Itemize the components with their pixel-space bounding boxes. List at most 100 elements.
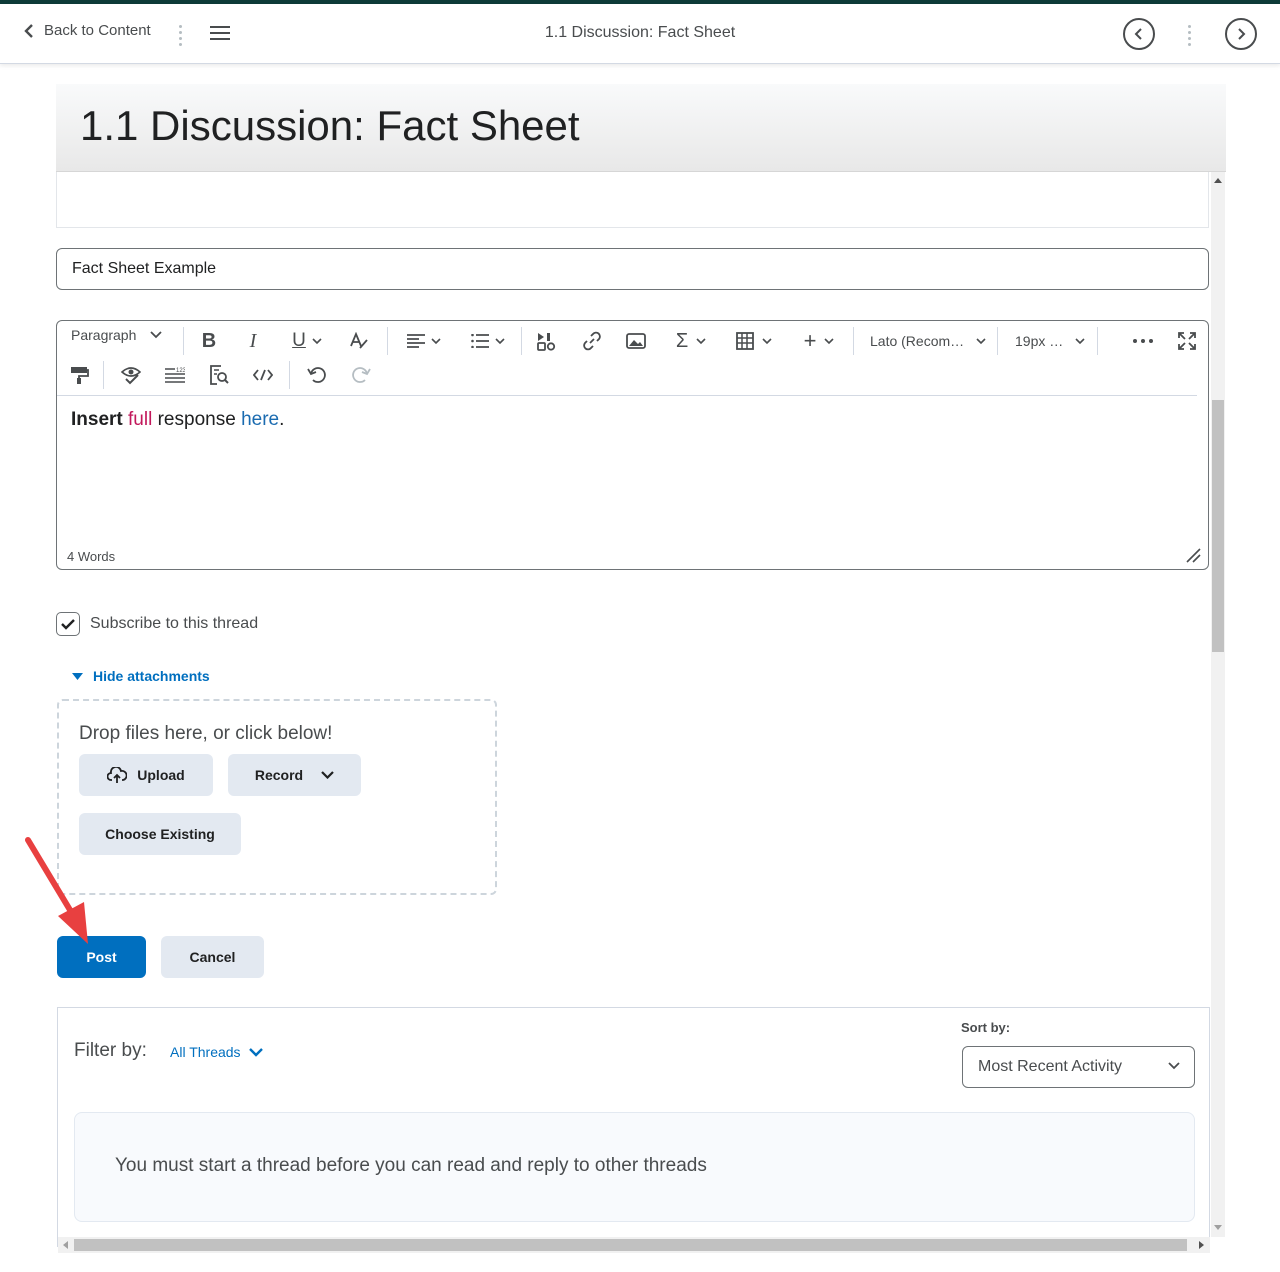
vertical-scrollbar[interactable] — [1211, 172, 1225, 1237]
subscribe-label: Subscribe to this thread — [90, 615, 259, 632]
font-family-dropdown[interactable]: Lato (Recom… — [870, 327, 986, 355]
subscribe-option[interactable]: Subscribe to this thread — [56, 612, 258, 636]
more-options-icon[interactable] — [1132, 327, 1154, 355]
chevron-down-icon — [495, 337, 505, 344]
horizontal-scrollbar[interactable] — [58, 1237, 1210, 1253]
sort-value: Most Recent Activity — [978, 1058, 1123, 1075]
bullet-list-icon — [471, 334, 489, 348]
plus-icon: + — [803, 328, 817, 353]
format-painter-icon[interactable] — [67, 361, 91, 389]
bold-icon[interactable]: B — [197, 327, 221, 355]
post-button[interactable]: Post — [57, 936, 146, 978]
toolbar-separator — [289, 361, 290, 389]
hide-attachments-toggle[interactable]: Hide attachments — [72, 668, 210, 684]
file-drop-zone[interactable]: Drop files here, or click below! Upload … — [57, 699, 497, 895]
record-label: Record — [254, 767, 304, 783]
find-replace-icon[interactable] — [207, 361, 231, 389]
page-header: 1.1 Discussion: Fact Sheet — [56, 84, 1226, 172]
scroll-left-arrow-icon[interactable] — [63, 1241, 68, 1249]
list-dropdown[interactable] — [467, 327, 509, 355]
scroll-down-arrow-icon[interactable] — [1214, 1225, 1222, 1230]
word-count: 4 Words — [67, 549, 116, 564]
editor-plain-text: response — [152, 409, 242, 430]
redo-icon[interactable] — [349, 361, 373, 389]
font-family-label: Lato (Recom… — [870, 333, 965, 349]
font-size-label: 19px … — [1015, 333, 1064, 349]
chevron-down-icon — [976, 337, 986, 344]
strikethrough-format-icon[interactable] — [347, 327, 371, 355]
sigma-icon: Σ — [675, 329, 689, 352]
word-count-icon[interactable]: 123 — [163, 361, 187, 389]
chevron-down-icon — [248, 1047, 263, 1057]
chevron-down-icon — [1075, 337, 1085, 344]
equation-dropdown[interactable]: Σ — [671, 327, 711, 355]
hide-attachments-label: Hide attachments — [93, 668, 210, 684]
resize-handle-icon[interactable] — [1185, 547, 1201, 563]
undo-icon[interactable] — [305, 361, 329, 389]
underline-dropdown[interactable]: U — [285, 327, 329, 355]
editor-bold-text: Insert — [71, 409, 123, 430]
chevron-down-icon — [1168, 1062, 1180, 1070]
thread-filter-panel: Filter by: All Threads Sort by: Most Rec… — [57, 1007, 1210, 1247]
align-left-icon — [407, 334, 425, 348]
image-icon[interactable] — [625, 327, 647, 355]
fullscreen-icon[interactable] — [1176, 327, 1198, 355]
table-icon — [736, 332, 754, 350]
upload-label: Upload — [137, 767, 185, 783]
caret-down-icon — [72, 672, 83, 680]
checkmark-icon — [61, 619, 75, 630]
chevron-down-icon — [696, 337, 706, 344]
sort-by-label: Sort by: — [961, 1020, 1011, 1035]
subject-input[interactable]: Fact Sheet Example — [56, 248, 1209, 290]
insert-more-dropdown[interactable]: + — [799, 327, 839, 355]
table-dropdown[interactable] — [733, 327, 775, 355]
chevron-down-icon — [150, 331, 163, 339]
cancel-button[interactable]: Cancel — [161, 936, 264, 978]
toolbar-separator — [521, 327, 522, 355]
previous-topic-button[interactable] — [1123, 18, 1155, 50]
editor-end-text: . — [279, 409, 285, 430]
toolbar-separator — [387, 327, 388, 355]
sort-select[interactable]: Most Recent Activity — [962, 1046, 1195, 1088]
scroll-right-arrow-icon[interactable] — [1199, 1241, 1204, 1249]
underline-icon: U — [292, 330, 306, 351]
link-icon[interactable] — [581, 327, 603, 355]
chevron-down-icon — [824, 337, 834, 344]
align-dropdown[interactable] — [403, 327, 445, 355]
scroll-up-arrow-icon[interactable] — [1214, 178, 1222, 183]
editor-content[interactable]: Insert full response here. — [71, 409, 284, 431]
next-topic-button[interactable] — [1225, 18, 1257, 50]
main-content: Fact Sheet Example Paragraph B I U Σ + L… — [56, 172, 1210, 1247]
filter-threads-dropdown[interactable]: All Threads — [170, 1044, 263, 1060]
chevron-down-icon — [431, 337, 441, 344]
vertical-scroll-thumb[interactable] — [1212, 400, 1224, 652]
filter-by-label: Filter by: — [74, 1040, 147, 1061]
chevron-left-icon — [1134, 28, 1142, 40]
chevron-down-icon — [321, 771, 334, 779]
paragraph-label: Paragraph — [71, 327, 137, 343]
insert-stuff-icon[interactable] — [535, 327, 557, 355]
source-code-icon[interactable] — [251, 361, 275, 389]
chevron-right-icon — [1238, 28, 1246, 40]
toolbar-separator — [1097, 327, 1098, 355]
accessibility-check-icon[interactable] — [119, 361, 143, 389]
text-style-icon — [350, 332, 368, 349]
record-button[interactable]: Record — [228, 754, 361, 796]
top-navbar: Back to Content 1.1 Discussion: Fact She… — [0, 4, 1280, 64]
chevron-down-icon — [762, 337, 772, 344]
subscribe-checkbox[interactable] — [56, 612, 80, 636]
italic-icon[interactable]: I — [241, 327, 265, 355]
rich-text-editor[interactable]: Paragraph B I U Σ + Lato (Recom… 19px … … — [56, 320, 1209, 570]
horizontal-scroll-thumb[interactable] — [74, 1239, 1187, 1251]
toolbar-separator — [183, 327, 184, 355]
upload-button[interactable]: Upload — [79, 754, 213, 796]
drop-files-text: Drop files here, or click below! — [79, 723, 333, 744]
font-size-dropdown[interactable]: 19px … — [1015, 327, 1085, 355]
svg-text:123: 123 — [176, 368, 185, 374]
paragraph-format-dropdown[interactable]: Paragraph — [71, 327, 163, 343]
separator-dots — [1188, 22, 1192, 49]
choose-existing-button[interactable]: Choose Existing — [79, 813, 241, 855]
start-thread-notice: You must start a thread before you can r… — [74, 1112, 1195, 1222]
editor-colored-text: full — [128, 409, 153, 430]
editor-link-text[interactable]: here — [241, 409, 279, 430]
